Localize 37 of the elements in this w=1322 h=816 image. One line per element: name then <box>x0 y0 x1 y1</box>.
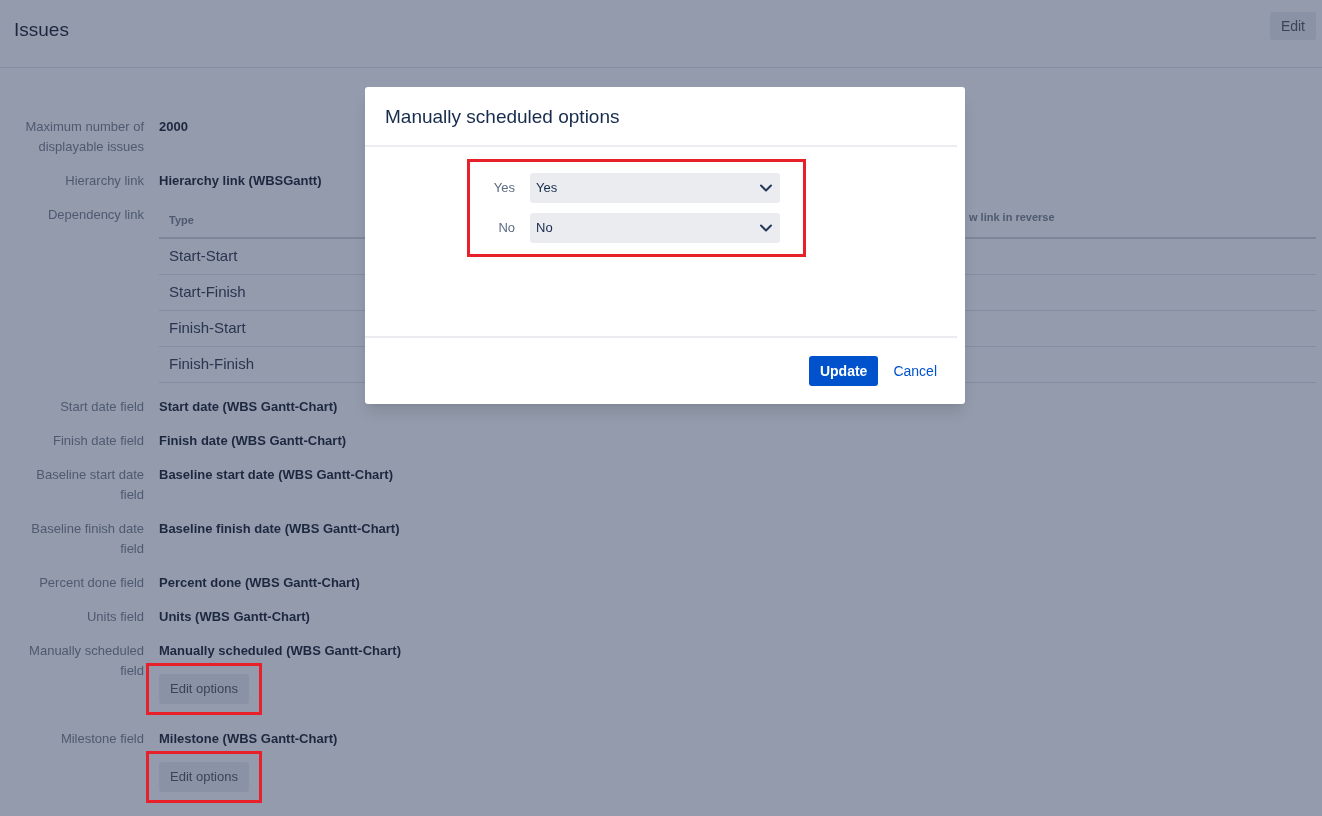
chevron-down-icon <box>760 184 772 192</box>
field-label: Percent done field <box>39 575 144 590</box>
field-label: Units field <box>86 609 144 624</box>
select-field[interactable]: No <box>530 213 780 243</box>
field-label: Baseline start date field <box>36 467 144 502</box>
select-field[interactable]: Yes <box>530 173 780 203</box>
option-label: Yes <box>492 179 516 198</box>
field-label: Baseline finish date field <box>31 521 144 556</box>
field-value: Finish date (WBS Gantt-Chart) <box>159 432 347 450</box>
field-value: Start date (WBS Gantt-Chart) <box>159 398 338 416</box>
update-button[interactable]: Update <box>808 356 879 386</box>
cancel-link[interactable]: Cancel <box>893 360 937 382</box>
table-cell-text: Finish-Start <box>168 318 246 339</box>
option-label: No <box>497 219 516 238</box>
field-label: Dependency link <box>47 207 144 222</box>
field-value: Baseline start date (WBS Gantt-Chart) <box>159 466 394 484</box>
column-header: Type <box>169 214 194 226</box>
chevron-down-icon <box>760 224 772 232</box>
field-label: Start date field <box>60 399 144 414</box>
field-label: Maximum number of displayable issues <box>25 119 144 154</box>
field-value: Manually scheduled (WBS Gantt-Chart) <box>159 642 401 660</box>
table-cell-text: Start-Finish <box>168 282 246 303</box>
field-value: Units (WBS Gantt-Chart) <box>159 608 310 626</box>
table-cell-text: Finish-Finish <box>168 354 255 375</box>
field-value: Milestone (WBS Gantt-Chart) <box>159 730 338 748</box>
dialog-title: Manually scheduled options <box>385 105 621 129</box>
field-label: Milestone field <box>60 731 144 746</box>
table-cell-text: Start-Start <box>168 246 238 267</box>
field-value: 2000 <box>159 118 188 136</box>
field-label: Finish date field <box>52 433 144 448</box>
field-value: Percent done (WBS Gantt-Chart) <box>159 574 360 592</box>
page-title: Issues <box>14 18 69 42</box>
field-label: Manually scheduled field <box>29 643 144 678</box>
field-value: Baseline finish date (WBS Gantt-Chart) <box>159 520 400 538</box>
field-value: Hierarchy link (WBSGantt) <box>159 172 322 190</box>
field-label: Hierarchy link <box>65 173 144 188</box>
column-header: w link in reverse <box>969 210 1055 225</box>
